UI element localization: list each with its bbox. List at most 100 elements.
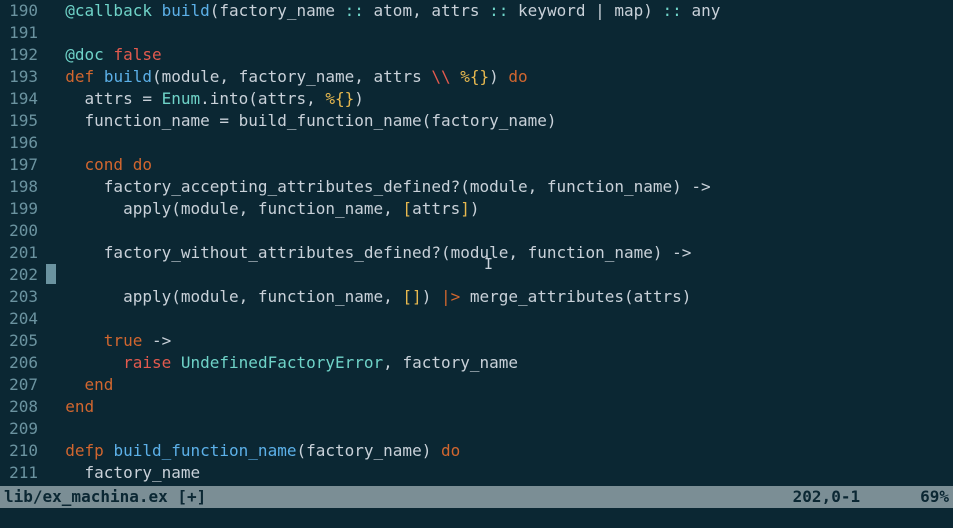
code-line[interactable]: attrs = Enum.into(attrs, %{}): [46, 88, 953, 110]
code-token: %{}: [460, 67, 489, 86]
line-number: 190: [0, 0, 38, 22]
line-number: 195: [0, 110, 38, 132]
line-number: 192: [0, 44, 38, 66]
status-bar: lib/ex_machina.ex [+] 202,0-1 69%: [0, 486, 953, 508]
code-token: [46, 441, 65, 460]
code-token: cond: [85, 155, 124, 174]
code-token: [104, 441, 114, 460]
code-token: ]: [460, 199, 470, 218]
code-line[interactable]: end: [46, 374, 953, 396]
code-token: [46, 353, 123, 372]
code-line[interactable]: cond do: [46, 154, 953, 176]
code-token: apply(module, function_name,: [46, 287, 402, 306]
line-number: 205: [0, 330, 38, 352]
code-token: UndefinedFactoryError: [181, 353, 383, 372]
code-token: atom, attrs: [364, 1, 489, 20]
code-line[interactable]: [46, 132, 953, 154]
code-token: ): [354, 89, 364, 108]
code-line[interactable]: [46, 418, 953, 440]
code-token: |: [595, 1, 605, 20]
line-number: 201: [0, 242, 38, 264]
code-token: end: [65, 397, 94, 416]
code-token: ): [422, 287, 441, 306]
code-token: Enum: [162, 89, 201, 108]
code-line[interactable]: function_name = build_function_name(fact…: [46, 110, 953, 132]
code-token: end: [85, 375, 114, 394]
code-token: %{}: [325, 89, 354, 108]
code-token: , factory_name: [383, 353, 518, 372]
code-token: []: [402, 287, 421, 306]
code-token: [46, 397, 65, 416]
code-token: raise: [123, 353, 171, 372]
code-token: do: [133, 155, 152, 174]
code-token: [152, 1, 162, 20]
code-token: [123, 155, 133, 174]
line-number: 211: [0, 462, 38, 484]
code-token: \\: [431, 67, 450, 86]
code-line[interactable]: apply(module, function_name, [attrs]): [46, 198, 953, 220]
line-number: 191: [0, 22, 38, 44]
code-token: ::: [345, 1, 364, 20]
code-token: build_function_name: [113, 441, 296, 460]
line-number: 200: [0, 220, 38, 242]
code-line[interactable]: [46, 22, 953, 44]
code-token: factory_without_attributes_defined?(modu…: [46, 243, 691, 262]
code-token: ): [470, 199, 480, 218]
command-line[interactable]: [0, 508, 953, 528]
code-token: ::: [663, 1, 682, 20]
code-token: ): [489, 67, 508, 86]
code-area[interactable]: @callback build(factory_name :: atom, at…: [44, 0, 953, 484]
code-line[interactable]: apply(module, function_name, []) |> merg…: [46, 286, 953, 308]
code-token: [171, 353, 181, 372]
code-line[interactable]: defp build_function_name(factory_name) d…: [46, 440, 953, 462]
code-token: (factory_name: [210, 1, 345, 20]
code-token: @callback: [46, 1, 152, 20]
code-token: [94, 67, 104, 86]
code-line[interactable]: true ->: [46, 330, 953, 352]
code-token: |>: [441, 287, 460, 306]
code-line[interactable]: @callback build(factory_name :: atom, at…: [46, 0, 953, 22]
code-token: defp: [65, 441, 104, 460]
code-token: [46, 155, 85, 174]
code-token: map): [605, 1, 663, 20]
code-line[interactable]: factory_name: [46, 462, 953, 484]
code-token: apply(module, function_name,: [46, 199, 402, 218]
code-token: [451, 67, 461, 86]
code-line[interactable]: factory_accepting_attributes_defined?(mo…: [46, 176, 953, 198]
code-token: true: [104, 331, 143, 350]
code-token: any: [682, 1, 721, 20]
line-number-gutter: 1901911921931941951961971981992002012022…: [0, 0, 44, 484]
code-token: [: [402, 199, 412, 218]
code-token: factory_accepting_attributes_defined?(mo…: [46, 177, 711, 196]
code-token: [46, 331, 104, 350]
line-number: 197: [0, 154, 38, 176]
code-line[interactable]: [46, 264, 953, 286]
code-token: false: [113, 45, 161, 64]
line-number: 194: [0, 88, 38, 110]
block-cursor: [46, 264, 56, 284]
line-number: 198: [0, 176, 38, 198]
code-token: factory_name: [46, 463, 200, 482]
line-number: 208: [0, 396, 38, 418]
code-token: attrs: [412, 199, 460, 218]
status-percent: 69%: [920, 486, 949, 508]
code-token: def: [65, 67, 94, 86]
code-token: ::: [489, 1, 508, 20]
line-number: 202: [0, 264, 38, 286]
code-line[interactable]: [46, 308, 953, 330]
line-number: 199: [0, 198, 38, 220]
code-line[interactable]: raise UndefinedFactoryError, factory_nam…: [46, 352, 953, 374]
code-token: function_name = build_function_name(fact…: [46, 111, 557, 130]
code-token: .into(attrs,: [200, 89, 325, 108]
line-number: 203: [0, 286, 38, 308]
code-line[interactable]: @doc false: [46, 44, 953, 66]
line-number: 193: [0, 66, 38, 88]
line-number: 206: [0, 352, 38, 374]
code-line[interactable]: factory_without_attributes_defined?(modu…: [46, 242, 953, 264]
code-line[interactable]: end: [46, 396, 953, 418]
code-line[interactable]: def build(module, factory_name, attrs \\…: [46, 66, 953, 88]
editor-viewport[interactable]: 1901911921931941951961971981992002012022…: [0, 0, 953, 484]
code-line[interactable]: [46, 220, 953, 242]
line-number: 204: [0, 308, 38, 330]
status-position: 202,0-1: [793, 486, 860, 508]
